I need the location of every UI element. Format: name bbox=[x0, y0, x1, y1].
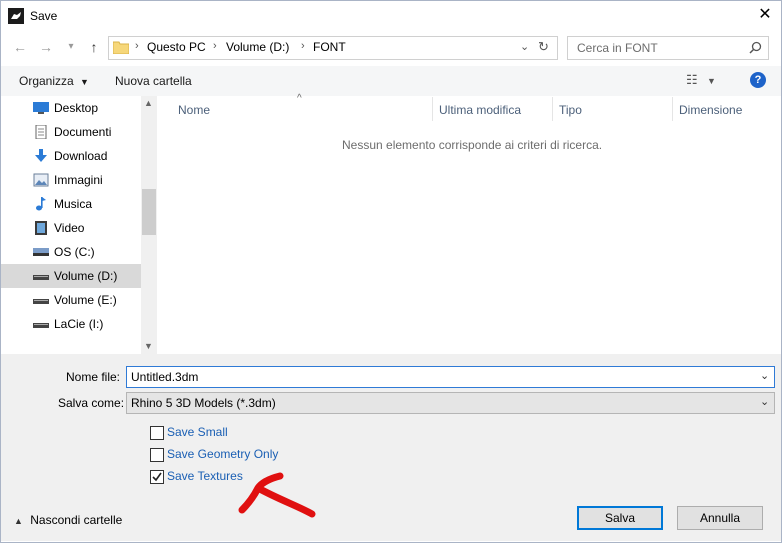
column-divider[interactable] bbox=[552, 97, 553, 121]
nav-item-documenti[interactable]: Documenti bbox=[1, 120, 141, 144]
save-geometry-only-checkbox[interactable] bbox=[150, 448, 164, 462]
savetype-label: Salva come: bbox=[58, 396, 125, 410]
nav-item-volume-e[interactable]: Volume (E:) bbox=[1, 288, 141, 312]
nav-item-volume-d[interactable]: Volume (D:) bbox=[1, 264, 141, 288]
column-divider[interactable] bbox=[432, 97, 433, 121]
arrow-left-icon: ← bbox=[13, 39, 27, 55]
recent-locations-button[interactable]: ▾ bbox=[64, 38, 78, 56]
nav-item-musica[interactable]: Musica bbox=[1, 192, 141, 216]
save-small-checkbox[interactable] bbox=[150, 426, 164, 440]
arrow-right-icon: → bbox=[39, 39, 53, 55]
filename-input[interactable]: Untitled.3dm ⌄ bbox=[126, 366, 775, 388]
window-title: Save bbox=[30, 9, 58, 23]
desktop-icon bbox=[33, 102, 49, 114]
forward-button[interactable]: → bbox=[38, 38, 54, 56]
chevron-up-icon: ▲ bbox=[14, 516, 23, 526]
nav-scrollbar-thumb[interactable] bbox=[142, 189, 156, 235]
nav-item-os-c[interactable]: OS (C:) bbox=[1, 240, 141, 264]
search-icon bbox=[749, 41, 762, 54]
up-button[interactable]: ↑ bbox=[86, 38, 102, 56]
drive-icon bbox=[33, 299, 49, 304]
drive-icon bbox=[33, 275, 49, 280]
nav-item-label: Desktop bbox=[54, 101, 99, 115]
column-header-tipo[interactable]: Tipo bbox=[559, 103, 582, 117]
nav-item-download[interactable]: Download bbox=[1, 144, 141, 168]
nav-item-video[interactable]: Video bbox=[1, 216, 141, 240]
close-icon: ✕ bbox=[758, 6, 772, 23]
checkmark-icon bbox=[152, 472, 162, 482]
chevron-down-icon: ▼ bbox=[707, 76, 716, 86]
scroll-up-icon[interactable]: ▲ bbox=[144, 98, 153, 108]
nav-item-label: Musica bbox=[54, 197, 93, 211]
chevron-down-icon: ▼ bbox=[80, 77, 89, 87]
view-options-button[interactable]: ☷ ▼ bbox=[686, 72, 716, 88]
command-bar: Organizza ▼ Nuova cartella ☷ ▼ bbox=[1, 66, 781, 96]
breadcrumb-font[interactable]: FONT bbox=[313, 40, 346, 54]
savetype-value: Rhino 5 3D Models (*.3dm) bbox=[131, 396, 276, 410]
music-icon bbox=[36, 197, 46, 211]
video-icon bbox=[35, 221, 47, 235]
refresh-icon[interactable]: ↻ bbox=[538, 39, 549, 55]
column-divider[interactable] bbox=[672, 97, 673, 121]
cancel-button[interactable]: Annulla bbox=[677, 506, 763, 530]
help-button[interactable]: ? bbox=[750, 72, 766, 88]
chevron-down-icon: ▾ bbox=[68, 41, 74, 52]
scroll-down-icon[interactable]: ▼ bbox=[144, 341, 153, 351]
organize-button[interactable]: Organizza ▼ bbox=[19, 74, 89, 88]
pictures-icon bbox=[33, 173, 49, 187]
nav-item-label: Volume (D:) bbox=[54, 269, 118, 283]
column-header-ultima-modifica[interactable]: Ultima modifica bbox=[439, 103, 521, 117]
details-view-icon: ☷ bbox=[686, 72, 698, 87]
column-header-dimensione[interactable]: Dimensione bbox=[679, 103, 742, 117]
rhino-app-icon bbox=[8, 8, 24, 24]
folder-icon bbox=[113, 41, 129, 54]
save-button[interactable]: Salva bbox=[577, 506, 663, 530]
chevron-down-icon: ⌄ bbox=[760, 396, 770, 408]
nav-item-label: OS (C:) bbox=[54, 245, 95, 259]
save-small-label[interactable]: Save Small bbox=[167, 425, 228, 439]
documents-icon bbox=[35, 125, 47, 139]
close-button[interactable]: ✕ bbox=[755, 5, 775, 25]
nav-item-lacie-i[interactable]: LaCie (I:) bbox=[1, 312, 141, 336]
organize-label: Organizza bbox=[19, 74, 74, 88]
red-arrow-annotation-icon bbox=[238, 472, 316, 518]
nav-item-desktop[interactable]: Desktop bbox=[1, 96, 141, 120]
nav-item-label: Video bbox=[54, 221, 85, 235]
arrow-up-icon: ↑ bbox=[90, 39, 98, 55]
breadcrumb-separator-icon: › bbox=[213, 40, 217, 52]
address-bar[interactable]: › Questo PC › Volume (D:) › FONT ⌄ ↻ bbox=[108, 36, 558, 60]
column-header-nome[interactable]: Nome bbox=[178, 103, 210, 117]
breadcrumb-volume-d[interactable]: Volume (D:) bbox=[226, 40, 289, 54]
save-geometry-only-label[interactable]: Save Geometry Only bbox=[167, 447, 278, 461]
nav-item-label: Immagini bbox=[54, 173, 103, 187]
navigation-pane: Desktop Documenti Download Immagini Musi… bbox=[1, 96, 157, 354]
hide-folders-toggle[interactable]: ▲ Nascondi cartelle bbox=[14, 513, 122, 527]
drive-icon bbox=[33, 248, 49, 256]
sort-ascending-icon: ^ bbox=[297, 93, 302, 104]
new-folder-button[interactable]: Nuova cartella bbox=[115, 74, 192, 88]
nav-item-immagini[interactable]: Immagini bbox=[1, 168, 141, 192]
nav-item-label: Volume (E:) bbox=[54, 293, 117, 307]
hide-folders-label: Nascondi cartelle bbox=[30, 513, 123, 527]
chevron-down-icon[interactable]: ⌄ bbox=[760, 369, 769, 382]
filename-value: Untitled.3dm bbox=[131, 370, 199, 384]
savetype-select[interactable]: Rhino 5 3D Models (*.3dm) ⌄ bbox=[126, 392, 775, 414]
nav-item-label: LaCie (I:) bbox=[54, 317, 104, 331]
breadcrumb-questo-pc[interactable]: Questo PC bbox=[147, 40, 206, 54]
save-textures-checkbox[interactable] bbox=[150, 470, 164, 484]
address-dropdown-icon[interactable]: ⌄ bbox=[520, 40, 529, 53]
breadcrumb-separator-icon: › bbox=[135, 40, 139, 52]
search-placeholder: Cerca in FONT bbox=[577, 41, 658, 55]
breadcrumb-separator-icon: › bbox=[301, 40, 305, 52]
filename-label: Nome file: bbox=[66, 370, 121, 384]
nav-item-label: Documenti bbox=[54, 125, 112, 139]
nav-item-label: Download bbox=[54, 149, 108, 163]
drive-icon bbox=[33, 323, 49, 328]
empty-folder-message: Nessun elemento corrisponde ai criteri d… bbox=[342, 138, 603, 152]
search-box[interactable]: Cerca in FONT bbox=[567, 36, 769, 60]
back-button[interactable]: ← bbox=[12, 38, 28, 56]
download-icon bbox=[35, 149, 47, 162]
